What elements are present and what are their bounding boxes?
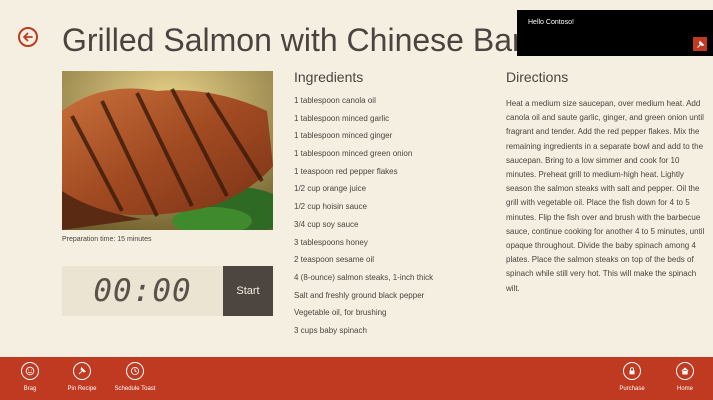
- ingredients-heading: Ingredients: [294, 69, 364, 85]
- timer-display: 00:00: [62, 266, 223, 316]
- directions-text: Heat a medium size saucepan, over medium…: [506, 99, 705, 293]
- smiley-icon: [21, 362, 39, 380]
- ingredients-list: 1 tablespoon canola oil 1 tablespoon min…: [294, 96, 433, 344]
- purchase-button[interactable]: Purchase: [607, 362, 657, 392]
- directions-heading: Directions: [506, 69, 569, 85]
- brag-button[interactable]: Brag: [5, 362, 55, 392]
- ingredient-item: 1/2 cup hoisin sauce: [294, 202, 367, 212]
- ingredient-item: 3 cups baby spinach: [294, 325, 367, 335]
- toast-notification[interactable]: Hello Contoso!: [517, 10, 713, 56]
- timer-digits: 00:00: [93, 273, 192, 309]
- start-timer-button[interactable]: Start: [223, 266, 273, 316]
- pin-icon: [73, 362, 91, 380]
- home-icon: [676, 362, 694, 380]
- toast-message: Hello Contoso!: [528, 19, 574, 26]
- ingredient-item: 1 tablespoon canola oil: [294, 96, 376, 105]
- pin-recipe-button[interactable]: Pin Recipe: [57, 362, 107, 392]
- ingredient-item: 1 teaspoon red pepper flakes: [294, 166, 398, 176]
- ingredient-item: 3 tablespoons honey: [294, 237, 368, 247]
- clock-icon: [126, 362, 144, 380]
- purchase-label: Purchase: [619, 386, 645, 392]
- back-arrow-icon: [23, 32, 33, 42]
- schedule-toast-button[interactable]: Schedule Toast: [110, 362, 160, 392]
- salmon-photo: [62, 71, 273, 230]
- ingredient-item: 1 tablespoon minced garlic: [294, 113, 390, 123]
- home-label: Home: [676, 386, 693, 392]
- home-button[interactable]: Home: [660, 362, 710, 392]
- ingredient-item: Salt and freshly ground black pepper: [294, 290, 425, 300]
- pin-recipe-label: Pin Recipe: [67, 386, 97, 392]
- ingredient-item: Vegetable oil, for brushing: [294, 308, 387, 318]
- prep-time: Preparation time: 15 minutes: [62, 236, 152, 243]
- ingredient-item: 1 tablespoon minced green onion: [294, 149, 413, 159]
- schedule-toast-label: Schedule Toast: [114, 386, 156, 392]
- ingredient-item: 1 tablespoon minced ginger: [294, 131, 393, 141]
- ingredient-item: 3/4 cup soy sauce: [294, 219, 359, 229]
- pin-icon: [693, 37, 707, 51]
- lock-icon: [623, 362, 641, 380]
- app-bar: Brag Pin Recipe Schedule Toast Purchase: [0, 357, 713, 400]
- back-button[interactable]: [18, 27, 38, 47]
- brag-label: Brag: [23, 386, 37, 392]
- ingredient-item: 1/2 cup orange juice: [294, 184, 367, 194]
- ingredient-item: 4 (8-ounce) salmon steaks, 1-inch thick: [294, 272, 434, 282]
- ingredient-item: 2 teaspoon sesame oil: [294, 255, 375, 265]
